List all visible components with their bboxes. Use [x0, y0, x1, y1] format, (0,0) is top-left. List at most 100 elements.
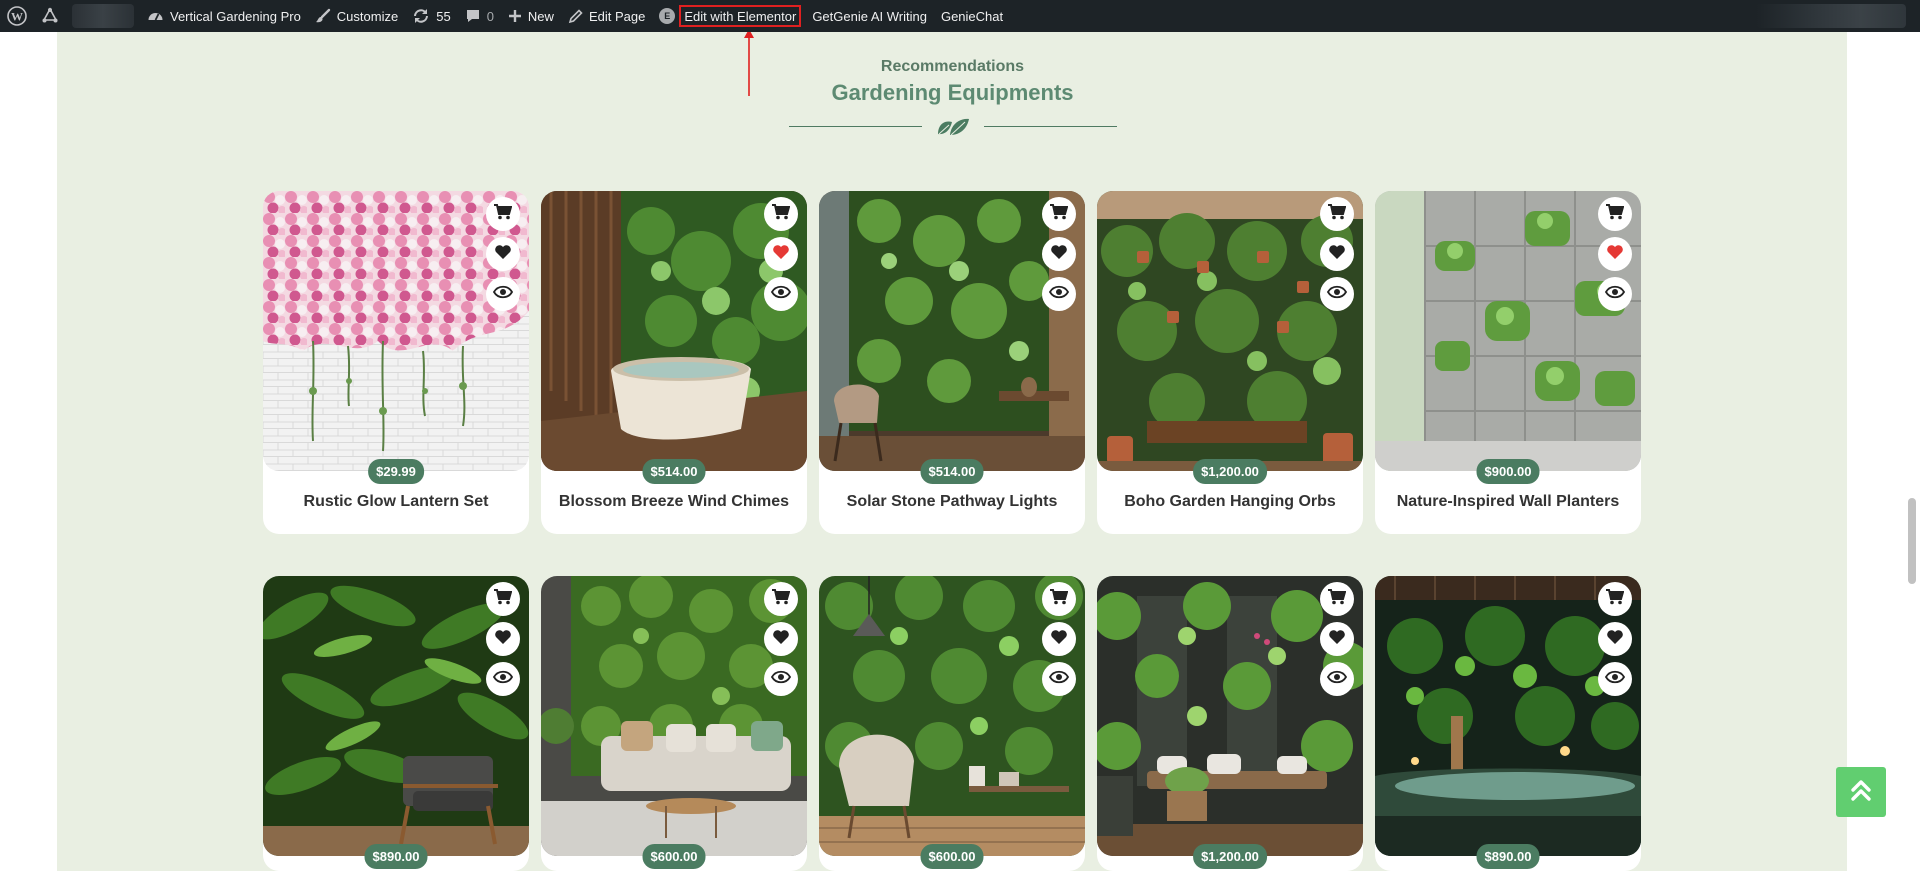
wishlist-button[interactable] — [1320, 237, 1354, 271]
product-card[interactable]: $600.00 — [819, 576, 1085, 871]
add-to-cart-button[interactable] — [1598, 197, 1632, 231]
new-content-button[interactable]: New — [501, 0, 561, 32]
add-to-cart-button[interactable] — [1320, 197, 1354, 231]
add-to-cart-button[interactable] — [1320, 582, 1354, 616]
cart-icon — [1050, 203, 1069, 225]
product-name[interactable]: Rustic Glow Lantern Set — [263, 493, 529, 511]
add-to-cart-button[interactable] — [1598, 582, 1632, 616]
quick-view-button[interactable] — [1042, 662, 1076, 696]
product-actions — [1042, 197, 1076, 311]
wishlist-button[interactable] — [1042, 237, 1076, 271]
cart-icon — [1328, 203, 1347, 225]
updates-button[interactable]: 55 — [405, 0, 457, 32]
add-to-cart-button[interactable] — [764, 582, 798, 616]
comment-bubble-icon — [465, 8, 481, 24]
cart-icon — [494, 588, 513, 610]
product-card[interactable]: $514.00 Solar Stone Pathway Lights — [819, 191, 1085, 534]
product-price: $600.00 — [920, 844, 984, 869]
product-card[interactable]: $890.00 — [263, 576, 529, 871]
product-actions — [764, 197, 798, 311]
heart-icon — [772, 629, 790, 650]
cart-icon — [1606, 203, 1625, 225]
quick-view-button[interactable] — [486, 277, 520, 311]
redacted-account-area[interactable] — [1756, 4, 1906, 28]
product-name[interactable]: Solar Stone Pathway Lights — [819, 493, 1085, 511]
wishlist-button-active[interactable] — [1598, 237, 1632, 271]
comments-count: 0 — [486, 8, 494, 24]
cart-icon — [772, 588, 791, 610]
add-to-cart-button[interactable] — [1042, 197, 1076, 231]
product-price: $29.99 — [368, 459, 424, 484]
wishlist-button[interactable] — [486, 622, 520, 656]
quick-view-button[interactable] — [764, 662, 798, 696]
site-name-label: Vertical Gardening Pro — [170, 8, 301, 24]
section-divider — [789, 118, 1117, 136]
heart-icon — [1328, 629, 1346, 650]
elementor-icon-wrap: E — [652, 0, 676, 32]
quick-view-button[interactable] — [1598, 277, 1632, 311]
product-actions — [764, 582, 798, 696]
scroll-to-top-button[interactable] — [1836, 767, 1886, 817]
edit-with-elementor-label: Edit with Elementor — [684, 8, 797, 24]
product-card[interactable]: $1,200.00 — [1097, 576, 1363, 871]
product-card[interactable]: $29.99 Rustic Glow Lantern Set — [263, 191, 529, 534]
getgenie-label: GetGenie AI Writing — [812, 8, 927, 24]
multisite-button[interactable] — [34, 0, 66, 32]
wordpress-logo-button[interactable]: W — [0, 0, 34, 32]
eye-icon — [770, 285, 792, 304]
geniechat-button[interactable]: GenieChat — [934, 0, 1010, 32]
getgenie-button[interactable]: GetGenie AI Writing — [805, 0, 934, 32]
divider-line-left — [789, 126, 922, 127]
quick-view-button[interactable] — [1320, 277, 1354, 311]
quick-view-button[interactable] — [1320, 662, 1354, 696]
wishlist-button-active[interactable] — [764, 237, 798, 271]
product-card[interactable]: $900.00 Nature-Inspired Wall Planters — [1375, 191, 1641, 534]
customize-button[interactable]: Customize — [308, 0, 405, 32]
wishlist-button[interactable] — [1042, 622, 1076, 656]
product-price: $1,200.00 — [1193, 844, 1267, 869]
new-label: New — [527, 8, 554, 24]
comments-button[interactable]: 0 — [458, 0, 501, 32]
page-scrollbar[interactable] — [1908, 498, 1916, 584]
edit-page-button[interactable]: Edit Page — [561, 0, 652, 32]
pencil-icon — [568, 8, 583, 24]
geniechat-label: GenieChat — [940, 8, 1004, 24]
product-price: $600.00 — [642, 844, 706, 869]
product-card[interactable]: $890.00 — [1375, 576, 1641, 871]
wishlist-button[interactable] — [486, 237, 520, 271]
quick-view-button[interactable] — [1042, 277, 1076, 311]
eye-icon — [1604, 285, 1626, 304]
cart-icon — [1050, 588, 1069, 610]
wishlist-button[interactable] — [1598, 622, 1632, 656]
wishlist-button[interactable] — [1320, 622, 1354, 656]
quick-view-button[interactable] — [486, 662, 520, 696]
product-name[interactable]: Blossom Breeze Wind Chimes — [541, 493, 807, 511]
product-card[interactable]: $600.00 — [541, 576, 807, 871]
wishlist-button[interactable] — [764, 622, 798, 656]
network-icon — [41, 7, 59, 25]
product-name[interactable]: Boho Garden Hanging Orbs — [1097, 493, 1363, 511]
cart-icon — [772, 203, 791, 225]
cart-icon — [1606, 588, 1625, 610]
quick-view-button[interactable] — [764, 277, 798, 311]
add-to-cart-button[interactable] — [486, 582, 520, 616]
edit-with-elementor-button[interactable]: Edit with Elementor — [679, 5, 802, 27]
product-actions — [1598, 582, 1632, 696]
product-price: $890.00 — [364, 844, 428, 869]
quick-view-button[interactable] — [1598, 662, 1632, 696]
customize-label: Customize — [336, 8, 399, 24]
eye-icon — [1326, 285, 1348, 304]
eye-icon — [1048, 670, 1070, 689]
product-card[interactable]: $1,200.00 Boho Garden Hanging Orbs — [1097, 191, 1363, 534]
product-name[interactable]: Nature-Inspired Wall Planters — [1375, 493, 1641, 511]
product-card[interactable]: $514.00 Blossom Breeze Wind Chimes — [541, 191, 807, 534]
eye-icon — [1604, 670, 1626, 689]
heart-icon — [772, 244, 790, 265]
eye-icon — [492, 285, 514, 304]
add-to-cart-button[interactable] — [486, 197, 520, 231]
product-actions — [1598, 197, 1632, 311]
add-to-cart-button[interactable] — [1042, 582, 1076, 616]
site-name-button[interactable]: Vertical Gardening Pro — [140, 0, 308, 32]
product-actions — [1320, 197, 1354, 311]
add-to-cart-button[interactable] — [764, 197, 798, 231]
